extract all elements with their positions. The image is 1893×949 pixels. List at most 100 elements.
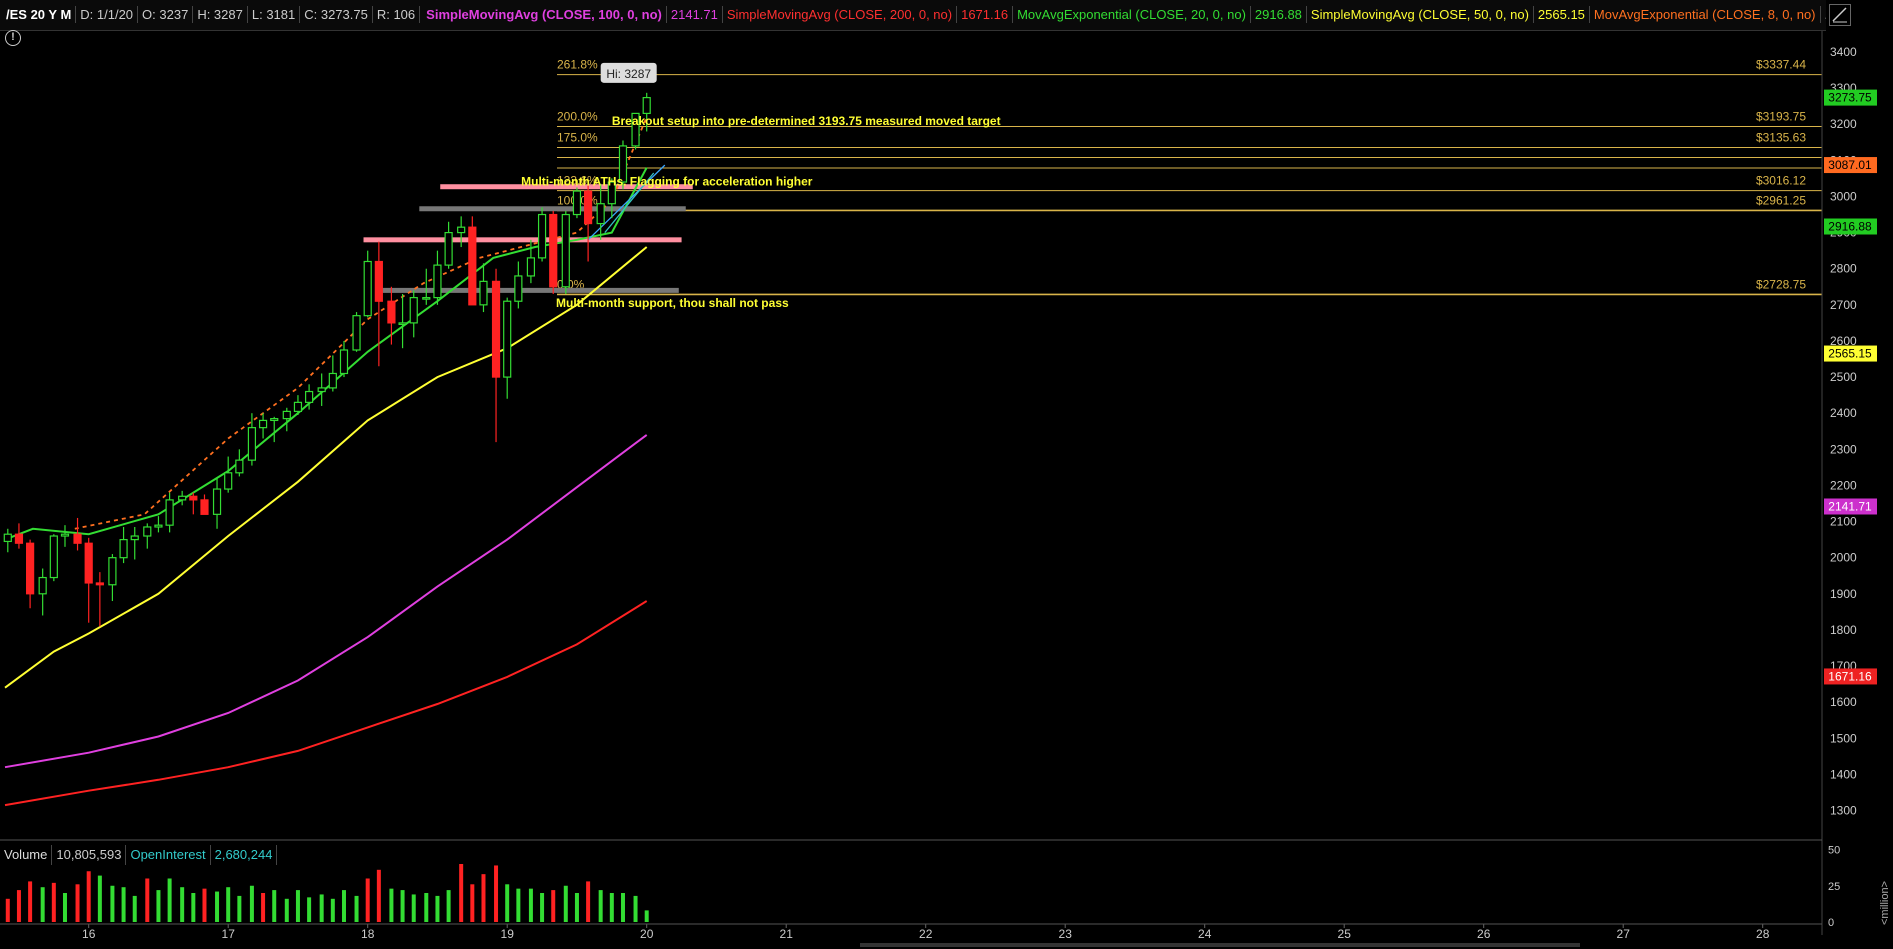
candle <box>457 216 466 248</box>
candle <box>374 241 383 367</box>
price-tick-label: 2400 <box>1830 406 1857 420</box>
price-tick-label: 2200 <box>1830 478 1857 492</box>
candle-body <box>26 542 35 595</box>
candle-body <box>143 526 152 537</box>
candle-body <box>73 533 82 544</box>
volume-bar <box>435 895 440 922</box>
price-tick-label: 2800 <box>1830 262 1857 276</box>
candle-body <box>491 280 501 378</box>
candle <box>398 294 407 349</box>
candlestick-series <box>3 92 651 627</box>
volume-tick-label: 50 <box>1828 845 1840 857</box>
time-tick-label: 28 <box>1756 927 1770 941</box>
candle-body <box>258 419 268 429</box>
candle-body <box>457 226 466 234</box>
candle-body <box>38 576 47 595</box>
candle-body <box>444 232 453 266</box>
price-badge-label: 1671.16 <box>1828 669 1872 683</box>
candle <box>130 526 139 560</box>
time-tick-label: 22 <box>919 927 933 941</box>
candle <box>596 183 605 240</box>
candle-body <box>165 499 174 526</box>
time-tick-label: 17 <box>222 927 236 941</box>
candle <box>189 492 198 515</box>
volume-bar <box>470 884 475 922</box>
candle <box>38 568 47 616</box>
candle <box>422 268 431 305</box>
volume-bar <box>272 890 277 922</box>
volume-bar <box>40 887 45 922</box>
price-tick-label: 1900 <box>1830 587 1857 601</box>
time-tick-label: 21 <box>780 927 794 941</box>
volume-bar <box>516 888 521 922</box>
price-tick-label: 1600 <box>1830 695 1857 709</box>
chart-annotation: Multi-month support, thou shall not pass <box>556 296 789 310</box>
candle <box>200 494 209 515</box>
volume-bar <box>551 890 556 922</box>
chart-annotation: Multi-month ATHs. Flagging for accelerat… <box>521 175 813 189</box>
alert-icon[interactable]: ! <box>5 30 21 46</box>
volume-bar <box>586 881 591 922</box>
candle <box>352 312 361 352</box>
candle <box>258 413 268 439</box>
time-tick-label: 23 <box>1059 927 1073 941</box>
volume-bar <box>156 890 161 922</box>
open-interest-value: 2,680,244 <box>211 845 278 865</box>
candle-body <box>572 190 582 216</box>
price-tick-label: 2500 <box>1830 370 1857 384</box>
candle <box>270 416 279 443</box>
volume-bar <box>540 893 545 922</box>
volume-bar <box>16 890 21 922</box>
volume-bar <box>180 887 185 922</box>
price-tick-label: 1300 <box>1830 804 1857 818</box>
fib-price-label: $3193.75 <box>1756 109 1806 123</box>
candle-body <box>84 542 93 584</box>
candle-body <box>374 260 383 302</box>
time-tick-label: 16 <box>82 927 96 941</box>
time-axis[interactable]: 16 17 18 19 20 21 22 23 24 25 26 27 28 <box>82 924 1770 947</box>
price-tick-label: 2000 <box>1830 551 1857 565</box>
candle <box>119 526 128 564</box>
price-tick-label: 3400 <box>1830 45 1857 59</box>
candle-body <box>154 524 163 528</box>
candle <box>584 185 593 262</box>
candle-body <box>387 300 396 324</box>
candle <box>108 554 117 602</box>
candle <box>526 239 536 284</box>
volume-bar <box>528 888 533 922</box>
candle <box>73 517 82 551</box>
candle <box>468 216 477 306</box>
price-tick-label: 3200 <box>1830 117 1857 131</box>
volume-bar <box>598 890 603 922</box>
candle-body <box>189 495 198 501</box>
candle-body <box>561 213 570 288</box>
candle-body <box>49 535 58 579</box>
candle-body <box>14 533 24 544</box>
candle-body <box>537 213 547 259</box>
support-resistance-zones <box>363 184 693 293</box>
candle-body <box>130 535 139 541</box>
price-axis[interactable]: 3400330032003100300029002800270026002500… <box>1824 45 1877 818</box>
volume-bar <box>295 890 300 922</box>
volume-bar <box>28 881 33 922</box>
volume-bar <box>446 890 451 922</box>
candle-body <box>409 297 418 324</box>
volume-bar <box>341 890 346 922</box>
candle-body <box>235 459 244 474</box>
time-tick-label: 26 <box>1477 927 1491 941</box>
candle <box>409 290 418 338</box>
time-tick-label: 24 <box>1198 927 1212 941</box>
volume-bar <box>574 893 579 922</box>
volume-bar <box>389 888 394 922</box>
price-chart[interactable]: 261.8% $3337.44 200.0% $3193.75 175.0% $3135.… <box>0 0 1893 949</box>
candle-body <box>224 472 233 490</box>
candle-body <box>95 582 104 586</box>
candle <box>328 355 337 392</box>
candle-body <box>178 495 187 501</box>
volume-bar <box>563 885 568 922</box>
volume-bar <box>97 875 102 922</box>
fib-percent-label: 175.0% <box>557 130 598 144</box>
volume-bar <box>494 865 499 922</box>
price-badge-label: 2141.71 <box>1828 499 1872 513</box>
volume-bar <box>215 891 220 922</box>
